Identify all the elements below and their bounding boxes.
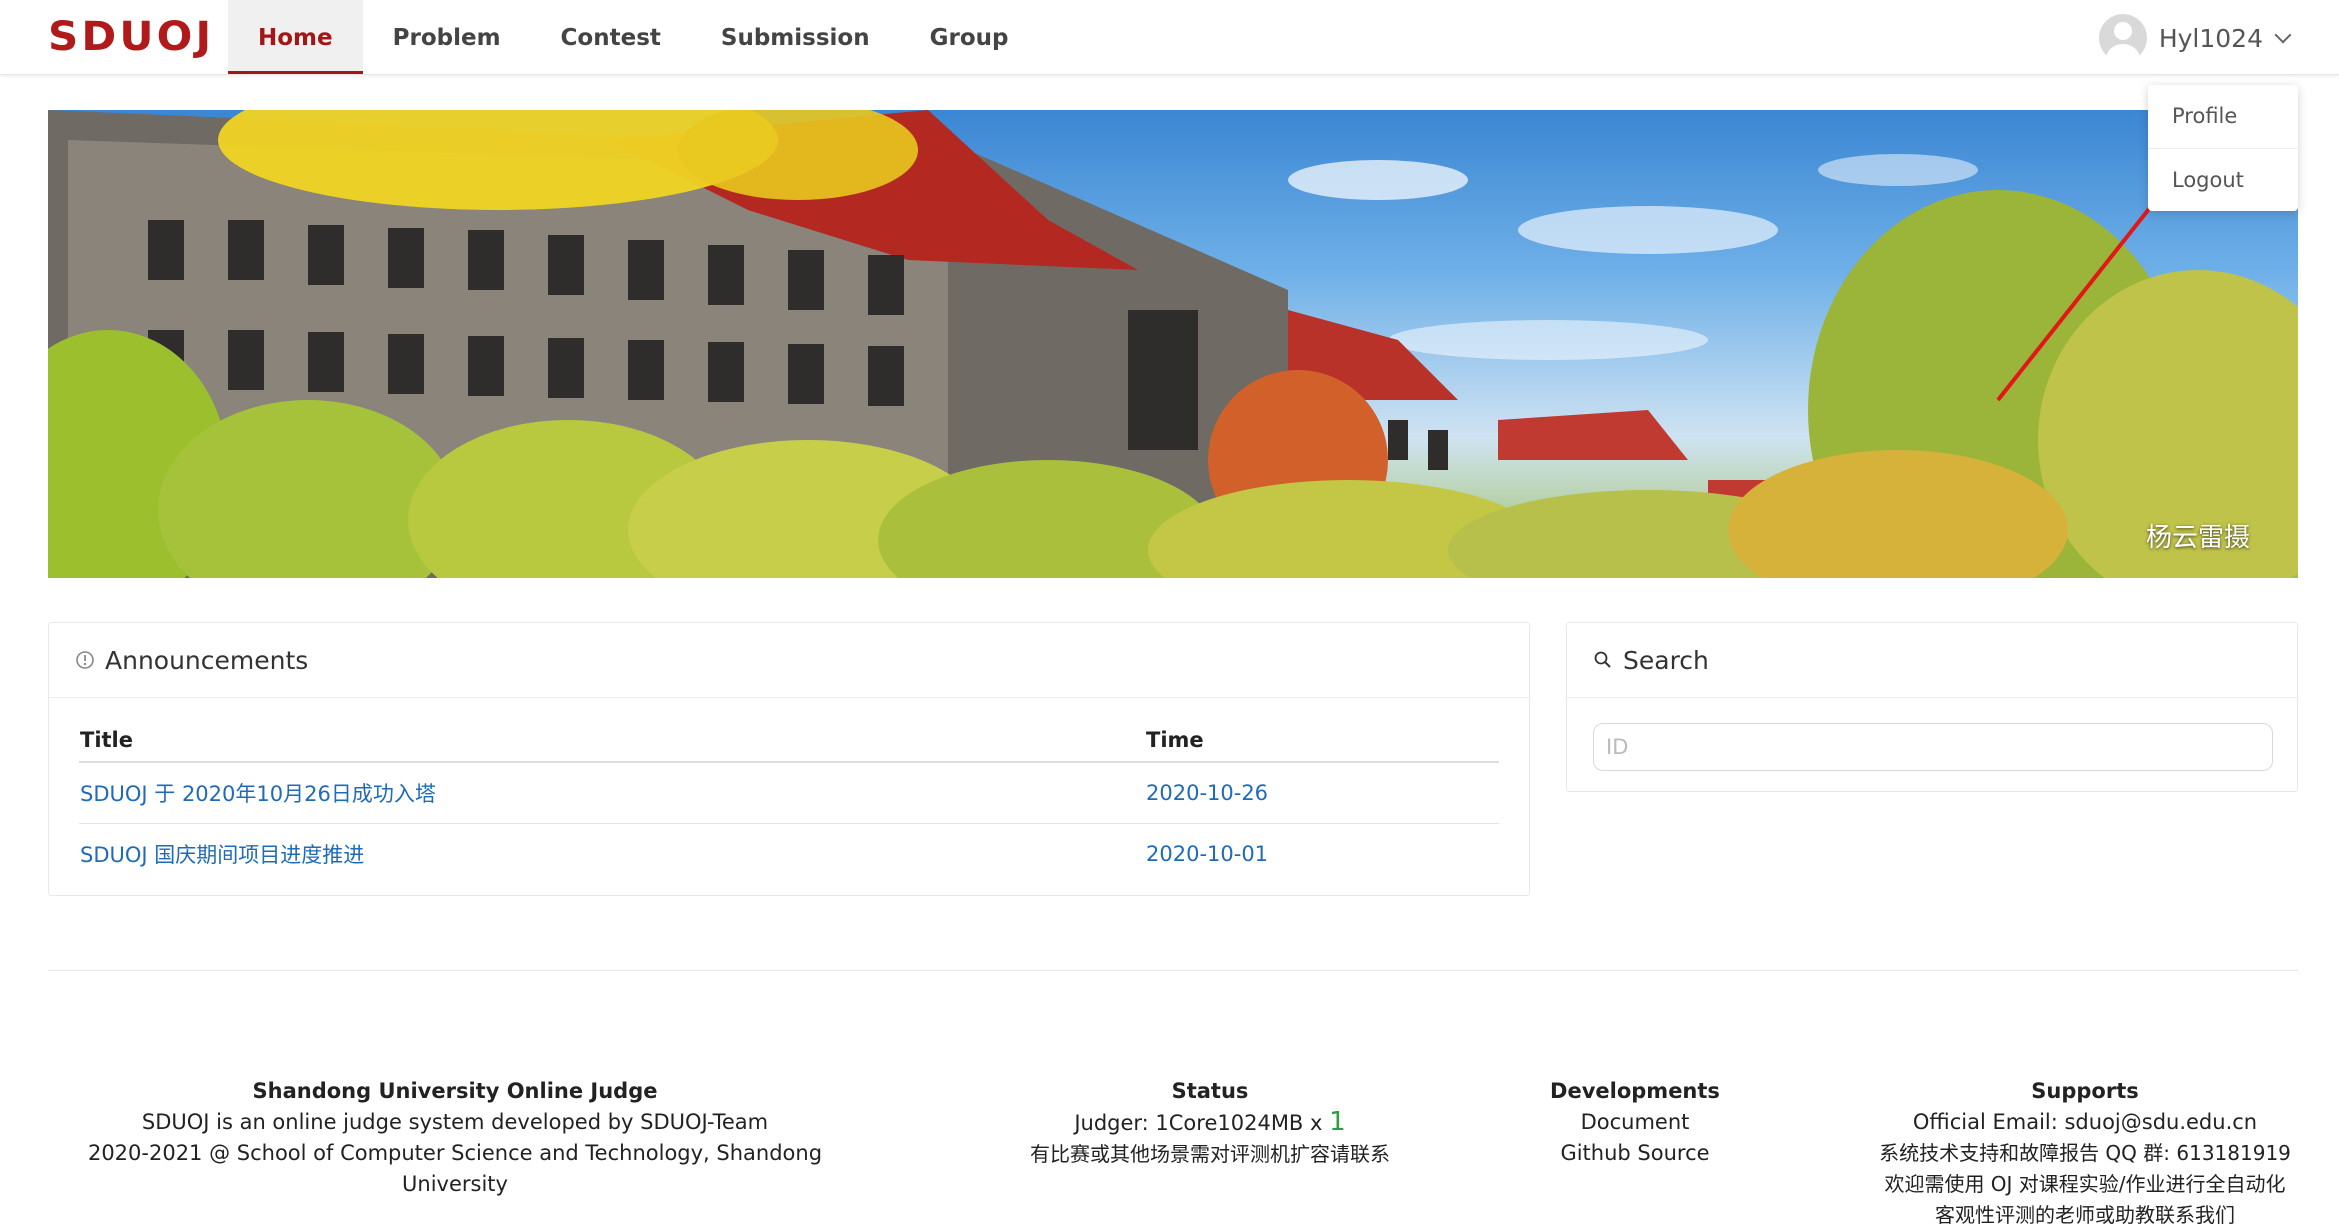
announcement-date[interactable]: 2020-10-26	[1146, 781, 1268, 805]
nav-contest[interactable]: Contest	[531, 0, 691, 74]
footer-supports-line: 欢迎需使用 OJ 对课程实验/作业进行全自动化	[1884, 1172, 2286, 1196]
footer-developments: Developments Document Github Source	[1530, 1076, 1740, 1169]
footer-status-title: Status	[1171, 1079, 1249, 1103]
announcements-header: Announcements	[49, 623, 1529, 698]
footer-supports-email: Official Email: sduoj@sdu.edu.cn	[1912, 1110, 2258, 1134]
footer-about-title: Shandong University Online Judge	[252, 1079, 658, 1103]
announcement-link[interactable]: SDUOJ 于 2020年10月26日成功入塔	[80, 782, 436, 806]
footer-status-note: 有比赛或其他场景需对评测机扩容请联系	[1030, 1142, 1390, 1166]
search-card: Search	[1566, 622, 2298, 792]
username[interactable]: Hyl1024	[2159, 24, 2263, 53]
nav-problem[interactable]: Problem	[363, 0, 531, 74]
footer-developments-title: Developments	[1550, 1079, 1720, 1103]
column-header-time: Time	[1145, 719, 1499, 763]
search-title: Search	[1623, 645, 1709, 675]
announcements-card: Announcements Title Time SDUOJ 于 2020年10…	[48, 622, 1530, 896]
footer-supports-title: Supports	[2031, 1079, 2139, 1103]
sduoj-logo[interactable]: SDUOJ	[48, 14, 214, 60]
top-navbar: SDUOJ Home Problem Contest Submission Gr…	[0, 0, 2339, 75]
search-icon	[1593, 650, 1613, 670]
nav-submission[interactable]: Submission	[691, 0, 900, 74]
photo-credit: 杨云雷摄	[2145, 523, 2250, 553]
announcements-title: Announcements	[105, 645, 309, 675]
search-id-input[interactable]	[1593, 723, 2273, 771]
footer-supports-line: 客观性评测的老师或助教联系我们	[1935, 1203, 2235, 1227]
footer-status: Status Judger: 1Core1024MB x 1 有比赛或其他场景需…	[980, 1076, 1440, 1170]
footer-link-github[interactable]: Github Source	[1530, 1138, 1740, 1169]
announcement-link[interactable]: SDUOJ 国庆期间项目进度推进	[80, 843, 364, 867]
footer-divider	[48, 970, 2298, 971]
judger-count: 1	[1329, 1107, 1346, 1137]
user-dropdown-menu: Profile Logout	[2148, 85, 2298, 211]
main-nav: Home Problem Contest Submission Group	[228, 0, 1038, 74]
judger-status: Judger: 1Core1024MB x 1	[980, 1107, 1440, 1139]
footer-about-line: University	[402, 1172, 508, 1196]
column-header-title: Title	[79, 719, 1145, 763]
campus-photo-illustration	[48, 110, 2298, 578]
footer-about: Shandong University Online Judge SDUOJ i…	[70, 1076, 840, 1200]
footer-supports-line: 系统技术支持和故障报告 QQ 群: 613181919	[1879, 1141, 2291, 1165]
footer-about-line: SDUOJ is an online judge system develope…	[141, 1110, 769, 1134]
announcement-date[interactable]: 2020-10-01	[1146, 842, 1268, 866]
user-menu-trigger[interactable]: Hyl1024	[2098, 14, 2292, 62]
table-row: SDUOJ 国庆期间项目进度推进 2020-10-01	[79, 824, 1499, 885]
footer-supports: Supports Official Email: sduoj@sdu.edu.c…	[1860, 1076, 2310, 1231]
footer-about-line: 2020-2021 @ School of Computer Science a…	[87, 1141, 823, 1165]
chevron-down-icon[interactable]	[2274, 26, 2292, 44]
table-row: SDUOJ 于 2020年10月26日成功入塔 2020-10-26	[79, 762, 1499, 824]
nav-home[interactable]: Home	[228, 0, 363, 74]
info-circle-icon	[75, 650, 95, 670]
menu-item-logout[interactable]: Logout	[2148, 148, 2298, 212]
footer-link-document[interactable]: Document	[1530, 1107, 1740, 1138]
search-header: Search	[1567, 623, 2297, 698]
announcements-table: Title Time SDUOJ 于 2020年10月26日成功入塔 2020-…	[79, 719, 1499, 884]
menu-item-profile[interactable]: Profile	[2148, 85, 2298, 148]
avatar[interactable]	[2098, 14, 2147, 62]
campus-banner-image: 杨云雷摄	[48, 110, 2298, 578]
table-header-row: Title Time	[79, 719, 1499, 763]
nav-group[interactable]: Group	[900, 0, 1039, 74]
judger-label: Judger: 1Core1024MB x	[1074, 1111, 1323, 1135]
